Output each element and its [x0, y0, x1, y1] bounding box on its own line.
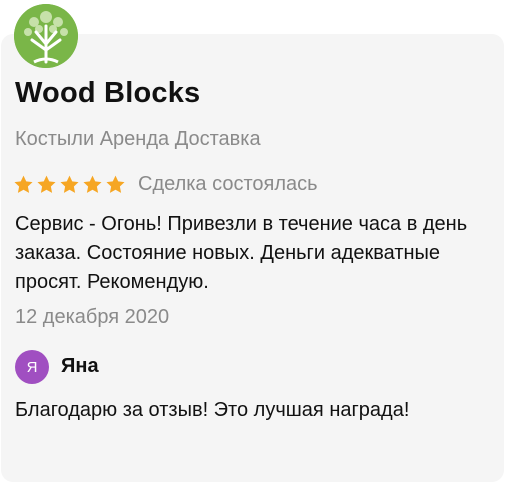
tree-logo-icon[interactable] — [14, 4, 78, 68]
star-icon — [60, 175, 79, 193]
star-icon — [37, 175, 56, 193]
review-date: 12 декабря 2020 — [15, 306, 170, 328]
star-icon — [14, 175, 33, 193]
avatar-letter: Я — [26, 358, 38, 376]
business-category: Костыли Аренда Доставка — [15, 128, 261, 150]
deal-status: Сделка состоялась — [138, 172, 318, 195]
rating-row: Сделка состоялась — [13, 170, 318, 198]
avatar: Я — [15, 350, 49, 384]
business-name[interactable]: Wood Blocks — [15, 77, 200, 110]
review-text: Сервис - Огонь! Привезли в течение часа … — [15, 213, 468, 293]
star-rating — [13, 174, 128, 195]
star-icon — [106, 175, 125, 193]
reply-text: Благодарю за отзыв! Это лучшая награда! — [15, 399, 410, 421]
tree-logo-graphic — [14, 4, 78, 68]
star-icon — [83, 175, 102, 193]
reply-author-name: Яна — [61, 355, 99, 377]
